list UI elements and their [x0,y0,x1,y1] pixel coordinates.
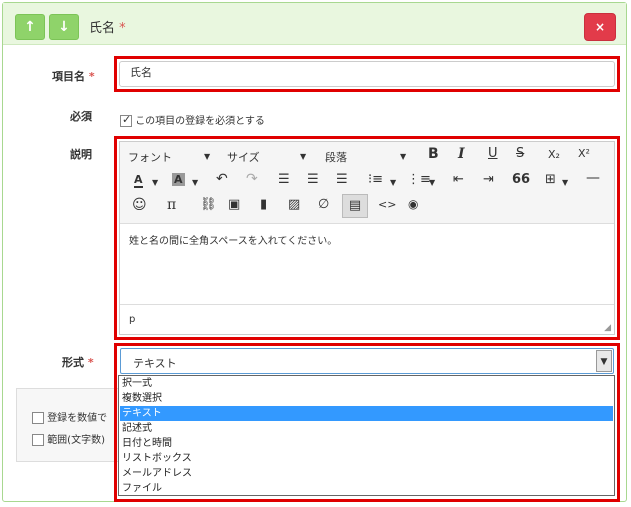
undo-icon[interactable]: ↶ [216,171,228,187]
chevron-down-icon[interactable]: ▼ [596,350,612,372]
redo-icon[interactable]: ↷ [246,171,258,187]
align-left-icon[interactable]: ☰ [278,172,290,187]
paragraph-dropdown[interactable]: 段落 [325,149,347,165]
numeric-option[interactable]: 登録を数値で [32,409,118,424]
table-caret-icon: ▼ [562,178,569,187]
format-option-selected[interactable]: テキスト [120,406,613,421]
emoji-icon[interactable]: ☺ [132,197,147,213]
element-path: p [129,314,136,325]
superscript-icon[interactable]: X² [578,147,590,160]
strikethrough-icon[interactable]: S [516,146,524,161]
paragraph-dropdown-caret-icon: ▼ [400,152,407,161]
size-dropdown[interactable]: サイズ [227,149,260,165]
bulleted-list-caret-icon: ▼ [390,178,397,187]
editor-statusbar: p ◢ [120,304,614,334]
font-dropdown[interactable]: フォント [128,149,172,165]
editor-content[interactable]: 姓と名の間に全角スペースを入れてください。 [129,232,337,247]
blockquote-icon[interactable]: 66 [512,172,530,187]
arrow-down-icon: ↓ [58,19,70,35]
numbered-list-icon[interactable]: ⋮≡ [407,172,431,187]
format-selected-value: テキスト [133,357,177,370]
text-color-icon[interactable]: A [134,173,143,188]
resize-handle-icon[interactable]: ◢ [604,323,611,333]
image-icon[interactable]: ▨ [288,197,300,212]
required-checkbox[interactable] [120,113,132,127]
range-option[interactable]: 範囲(文字数) [32,431,118,446]
close-icon: × [594,20,606,34]
required-checkbox-row[interactable]: この項目の登録を必須とする [120,112,265,127]
required-label: 必須 [70,110,92,123]
bulleted-list-icon[interactable]: ⁝≡ [368,172,383,187]
underline-icon[interactable]: U [488,146,498,161]
indent-icon[interactable]: ⇥ [483,172,494,187]
format-option[interactable]: 択一式 [120,376,613,391]
paste-icon[interactable]: ▤ [342,194,368,218]
item-name-label: 項目名 * [52,70,95,83]
move-down-button[interactable]: ↓ [49,14,79,40]
horizontal-rule-icon[interactable]: — [586,170,600,186]
editor-toolbar: フォント ▼ サイズ ▼ 段落 ▼ B I U S X₂ X² A ▼ A ▼ … [120,142,614,224]
table-icon[interactable]: ⊞ [545,172,556,187]
trash-icon[interactable]: ▮ [260,197,267,212]
numeric-checkbox[interactable] [32,412,44,424]
format-option[interactable]: 日付と時間 [120,436,613,451]
numbered-list-caret-icon: ▼ [429,178,436,187]
numeric-option-label: 登録を数値で [47,413,108,424]
range-option-label: 範囲(文字数) [47,435,105,446]
preview-icon[interactable]: ◉ [408,197,418,211]
link-icon[interactable]: ⛓ [200,197,217,212]
format-option[interactable]: ファイル [120,481,613,496]
background-color-icon[interactable]: A [172,173,185,186]
format-option[interactable]: 記述式 [120,421,613,436]
description-label: 説明 [70,148,92,161]
attachment-icon[interactable]: ∅ [318,197,329,212]
align-center-icon[interactable]: ☰ [307,172,319,187]
panel-header: ↑ ↓ 氏名 * × [3,3,626,45]
delete-button[interactable]: × [584,13,616,41]
arrow-up-icon: ↑ [24,19,36,35]
size-dropdown-caret-icon: ▼ [300,152,307,161]
bold-icon[interactable]: B [428,146,439,162]
math-icon[interactable]: π [167,197,176,213]
format-select[interactable]: テキスト ▼ [120,348,614,374]
background-color-caret-icon: ▼ [192,178,199,187]
format-label: 形式 * [62,356,94,369]
format-option[interactable]: リストボックス [120,451,613,466]
italic-icon[interactable]: I [458,146,465,162]
text-color-caret-icon: ▼ [152,178,159,187]
required-checkbox-label: この項目の登録を必須とする [135,116,265,127]
source-code-icon[interactable]: <> [378,198,396,211]
range-checkbox[interactable] [32,434,44,446]
format-options-box [16,388,118,462]
align-right-icon[interactable]: ☰ [336,172,348,187]
font-dropdown-caret-icon: ▼ [204,152,211,161]
subscript-icon[interactable]: X₂ [548,148,560,161]
rich-text-editor: フォント ▼ サイズ ▼ 段落 ▼ B I U S X₂ X² A ▼ A ▼ … [119,141,615,335]
format-dropdown-list: 択一式 複数選択 テキスト 記述式 日付と時間 リストボックス メールアドレス … [118,375,615,496]
item-name-input[interactable]: 氏名 [119,61,615,87]
move-up-button[interactable]: ↑ [15,14,45,40]
video-icon[interactable]: ▣ [228,197,240,212]
outdent-icon[interactable]: ⇤ [453,172,464,187]
panel-title: 氏名 * [89,21,126,36]
format-option[interactable]: メールアドレス [120,466,613,481]
format-option[interactable]: 複数選択 [120,391,613,406]
